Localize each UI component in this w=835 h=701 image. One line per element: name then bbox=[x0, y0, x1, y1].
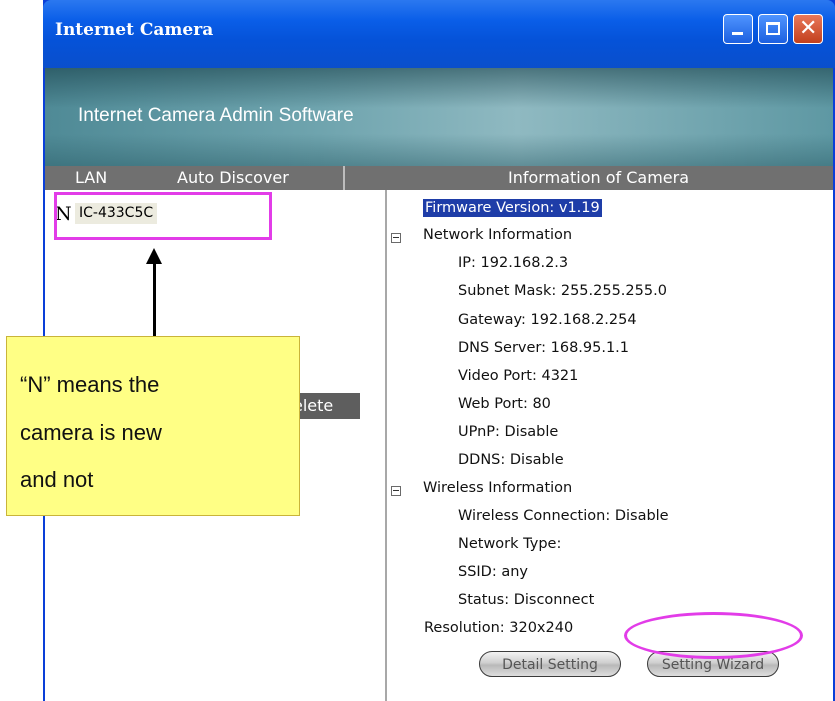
minimize-button[interactable] bbox=[723, 14, 753, 44]
callout-line: and not bbox=[20, 467, 94, 492]
close-button[interactable]: ✕ bbox=[793, 14, 823, 44]
dns-value: DNS Server: 168.95.1.1 bbox=[458, 340, 630, 356]
network-info-header: Network Information bbox=[423, 227, 573, 243]
callout-line: “N” means the bbox=[20, 372, 160, 397]
collapse-wireless-icon[interactable] bbox=[391, 486, 401, 496]
gateway-value: Gateway: 192.168.2.254 bbox=[458, 312, 637, 328]
minimize-icon bbox=[732, 32, 743, 35]
wireless-connection-value: Wireless Connection: Disable bbox=[458, 508, 669, 524]
video-port-value: Video Port: 4321 bbox=[458, 368, 579, 384]
resolution-value: Resolution: 320x240 bbox=[424, 620, 574, 636]
camera-highlight-box bbox=[54, 192, 272, 240]
network-type-value: Network Type: bbox=[458, 536, 562, 552]
subnet-value: Subnet Mask: 255.255.255.0 bbox=[458, 283, 667, 299]
maximize-button[interactable] bbox=[758, 14, 788, 44]
setting-wizard-highlight bbox=[624, 612, 803, 659]
tab-bar: LAN Auto Discover Information of Camera bbox=[45, 166, 833, 190]
annotation-callout: “N” means the camera is new and not bbox=[6, 336, 300, 516]
tab-auto-discover[interactable]: Auto Discover bbox=[177, 166, 289, 190]
collapse-network-icon[interactable] bbox=[391, 233, 401, 243]
app-banner: Internet Camera Admin Software bbox=[45, 68, 833, 166]
ip-value: IP: 192.168.2.3 bbox=[458, 255, 569, 271]
upnp-value: UPnP: Disable bbox=[458, 424, 559, 440]
wireless-status-value: Status: Disconnect bbox=[458, 592, 595, 608]
wireless-info-header: Wireless Information bbox=[423, 480, 573, 496]
ssid-value: SSID: any bbox=[458, 564, 529, 580]
info-panel-header: Information of Camera bbox=[508, 168, 689, 187]
detail-setting-button[interactable]: Detail Setting bbox=[479, 651, 621, 677]
title-bar[interactable]: Internet Camera ✕ bbox=[43, 0, 835, 68]
maximize-icon bbox=[766, 22, 780, 35]
ddns-value: DDNS: Disable bbox=[458, 452, 564, 468]
callout-line: camera is new bbox=[20, 420, 162, 445]
web-port-value: Web Port: 80 bbox=[458, 396, 551, 412]
close-icon: ✕ bbox=[799, 16, 818, 41]
app-title: Internet Camera Admin Software bbox=[78, 105, 354, 126]
arrow-line bbox=[153, 256, 156, 340]
tab-divider bbox=[343, 166, 345, 190]
tab-lan[interactable]: LAN bbox=[75, 166, 107, 190]
firmware-version: Firmware Version: v1.19 bbox=[423, 199, 602, 217]
window-title: Internet Camera bbox=[55, 20, 214, 40]
